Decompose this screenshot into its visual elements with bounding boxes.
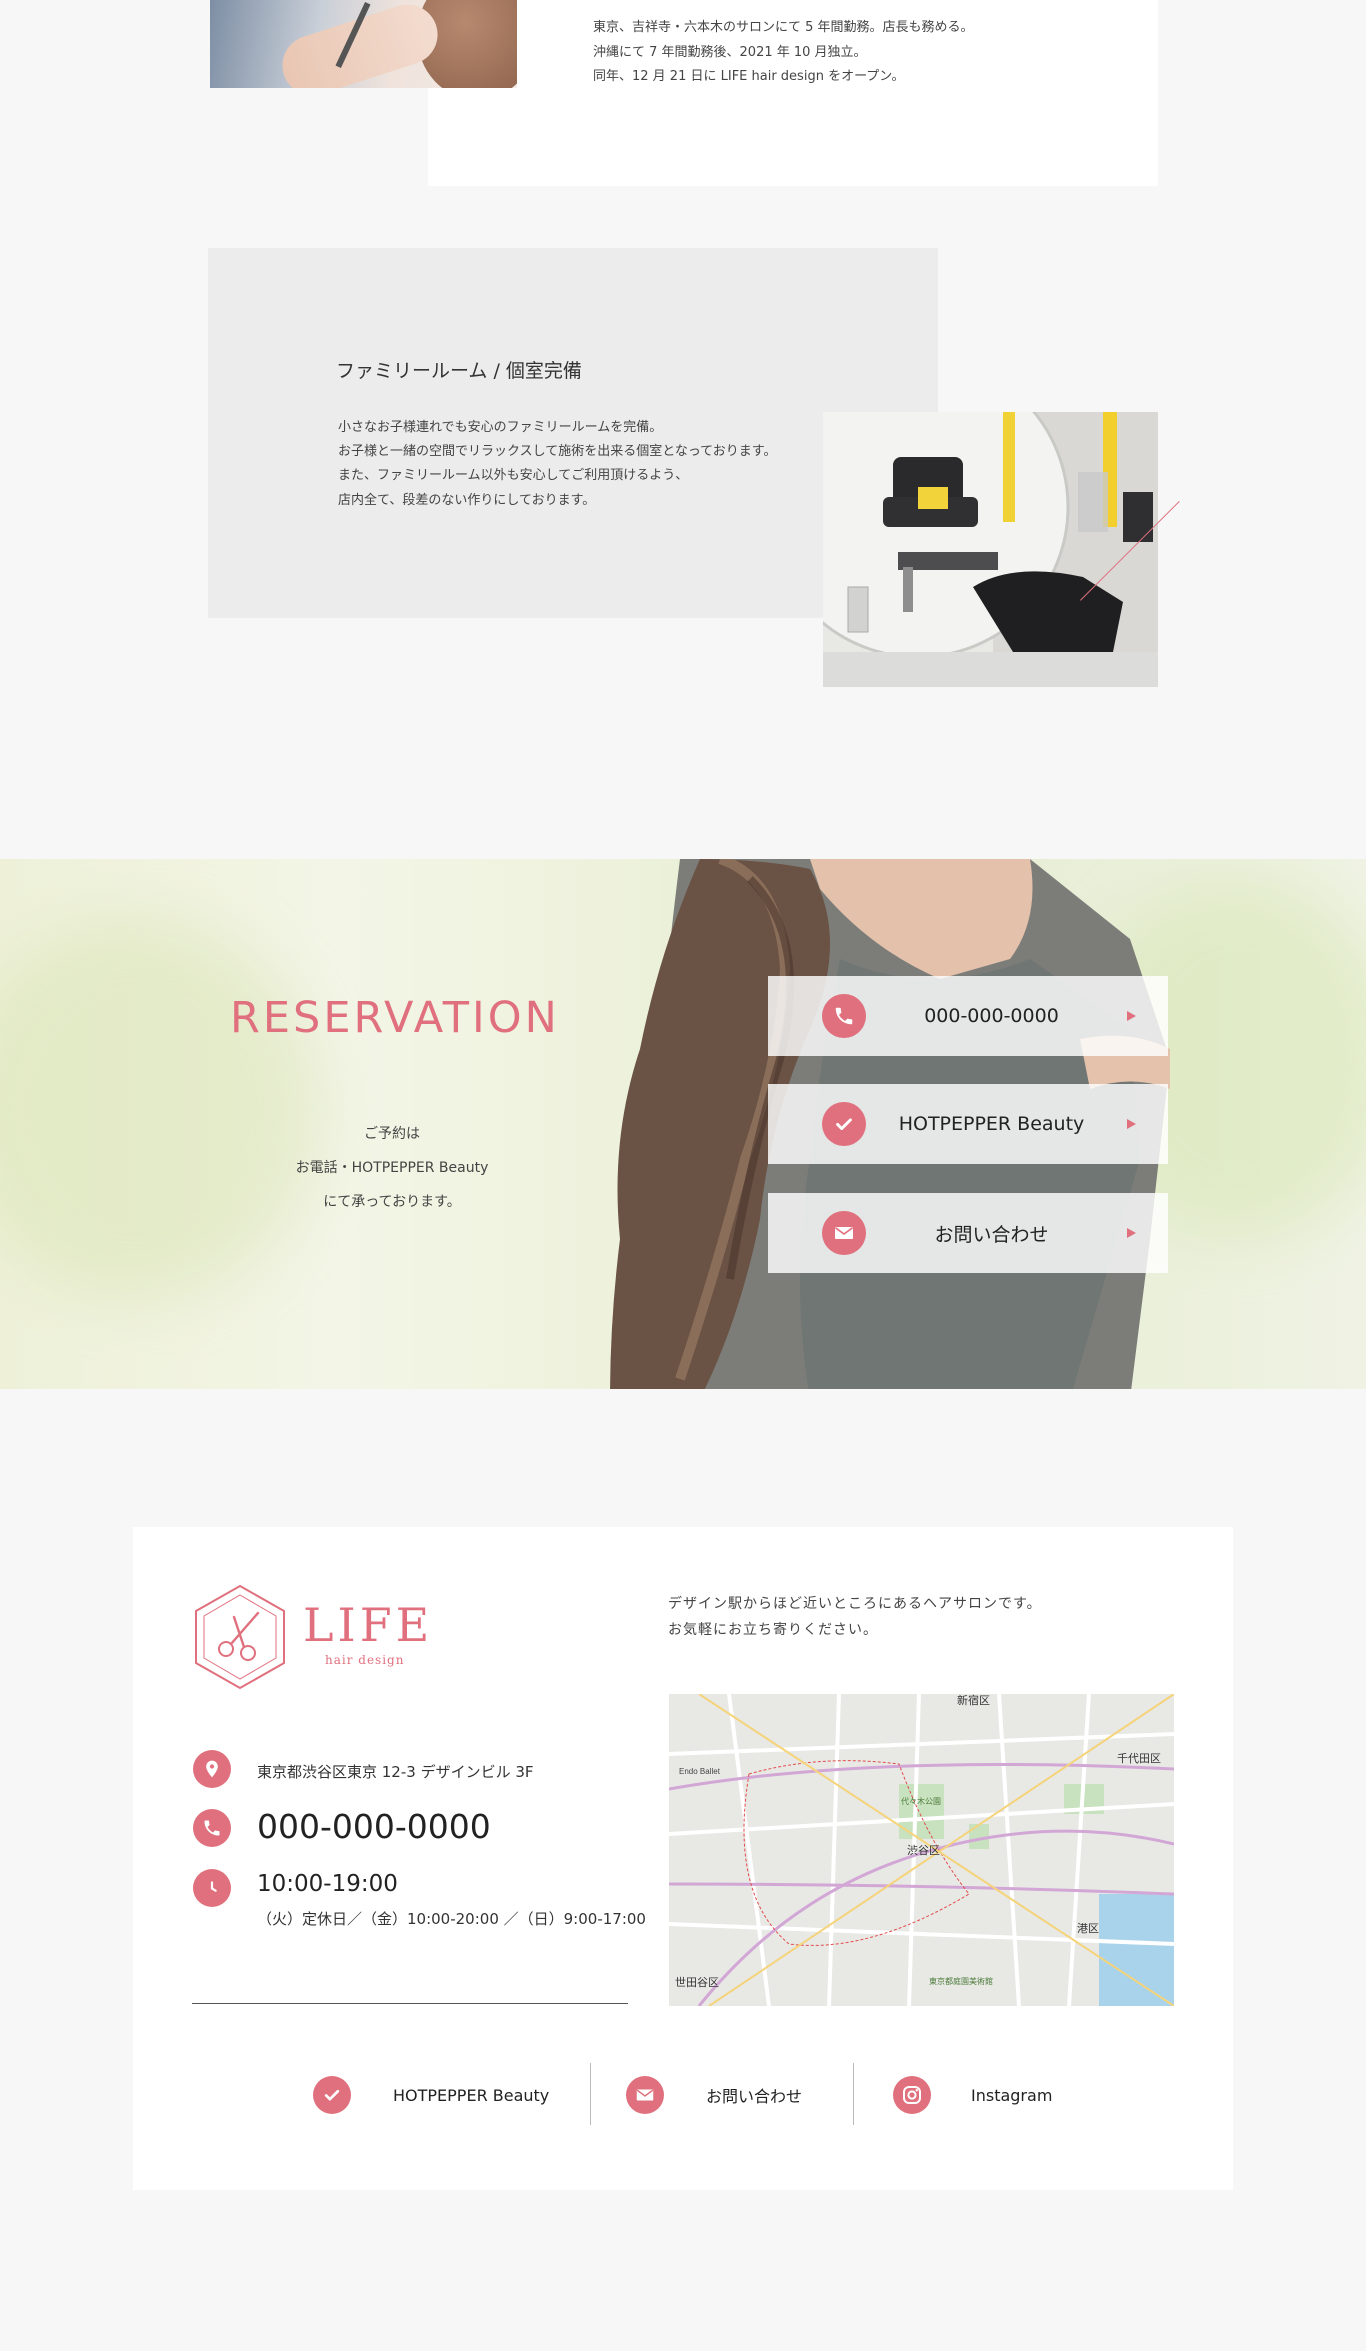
- phone-icon: [822, 994, 866, 1038]
- reservation-title: RESERVATION: [230, 993, 560, 1043]
- map-label: 港区: [1077, 1922, 1099, 1935]
- family-room-text-line-3: また、ファミリールーム以外も安心してご利用頂けるよう、: [338, 468, 689, 483]
- arrow-right-icon: [1127, 1011, 1136, 1021]
- reservation-phone-label: 000-000-0000: [924, 1005, 1059, 1027]
- check-icon: [313, 2076, 351, 2114]
- shop-phone-number[interactable]: 000-000-0000: [257, 1807, 491, 1846]
- location-pin-icon: [193, 1750, 231, 1788]
- footer-hotpepper-link[interactable]: HOTPEPPER Beauty: [313, 2063, 549, 2127]
- instagram-icon: [893, 2076, 931, 2114]
- footer-instagram-label: Instagram: [971, 2085, 1053, 2105]
- access-map[interactable]: 新宿区 千代田区 渋谷区 港区 世田谷区 代々木公園 東京都庭園美術館 Endo…: [669, 1694, 1174, 2006]
- mail-icon: [822, 1211, 866, 1255]
- map-label: Endo Ballet: [679, 1767, 721, 1776]
- reservation-contact-label: お問い合わせ: [934, 1223, 1049, 1246]
- reservation-text-line-2: お電話・HOTPEPPER Beauty: [295, 1160, 489, 1176]
- divider: [590, 2063, 591, 2125]
- reservation-text-line-3: にて承っております。: [323, 1194, 461, 1210]
- mail-icon: [626, 2076, 664, 2114]
- shop-address: 東京都渋谷区東京 12-3 デザインビル 3F: [257, 1763, 534, 1781]
- life-logo-emblem: [195, 1584, 285, 1690]
- arrow-right-icon: [1127, 1228, 1136, 1238]
- shop-description-line-1: デザイン駅からほど近いところにあるヘアサロンです。: [668, 1596, 1042, 1612]
- shop-description-line-2: お気軽にお立ち寄りください。: [668, 1622, 878, 1638]
- family-room-title: ファミリールーム / 個室完備: [336, 360, 582, 382]
- footer-contact-label: お問い合わせ: [706, 2087, 803, 2106]
- footer-contact-link[interactable]: お問い合わせ: [626, 2063, 802, 2127]
- map-label: 渋谷区: [907, 1844, 940, 1857]
- arrow-right-icon: [1127, 1119, 1136, 1129]
- divider: [853, 2063, 854, 2125]
- reservation-hotpepper-button[interactable]: HOTPEPPER Beauty: [768, 1084, 1168, 1164]
- check-icon: [822, 1102, 866, 1146]
- logo-subtitle: hair design: [325, 1653, 405, 1667]
- clock-icon: [193, 1869, 231, 1907]
- reservation-contact-button[interactable]: お問い合わせ: [768, 1193, 1168, 1273]
- reservation-phone-button[interactable]: 000-000-0000: [768, 976, 1168, 1056]
- map-label: 世田谷区: [675, 1976, 719, 1989]
- profile-text-line-1: 東京、吉祥寺・六本木のサロンにて 5 年間勤務。店長も務める。: [593, 20, 974, 35]
- map-label: 代々木公園: [901, 1796, 941, 1806]
- footer-hotpepper-label: HOTPEPPER Beauty: [393, 2085, 550, 2105]
- business-hours: 10:00-19:00: [257, 1871, 398, 1897]
- footer-instagram-link[interactable]: Instagram: [893, 2063, 1052, 2127]
- divider: [192, 2003, 628, 2004]
- profile-text-line-3: 同年、12 月 21 日に LIFE hair design をオープン。: [593, 69, 905, 84]
- stylist-photo: [210, 0, 517, 88]
- logo-wordmark: LIFE: [303, 1598, 434, 1652]
- business-hours-note: （火）定休日／（金）10:00-20:00 ／（日）9:00-17:00: [257, 1910, 646, 1928]
- salon-interior-photo: [823, 412, 1158, 687]
- profile-text-line-2: 沖縄にて 7 年間勤務後、2021 年 10 月独立。: [593, 45, 867, 60]
- family-room-text-line-4: 店内全て、段差のない作りにしております。: [338, 493, 596, 508]
- reservation-hotpepper-label: HOTPEPPER Beauty: [898, 1113, 1085, 1135]
- map-label: 新宿区: [957, 1694, 990, 1707]
- map-label: 千代田区: [1117, 1752, 1161, 1765]
- reservation-text-line-1: ご予約は: [364, 1126, 420, 1142]
- map-label: 東京都庭園美術館: [929, 1976, 993, 1986]
- phone-icon: [193, 1809, 231, 1847]
- family-room-text-line-1: 小さなお子様連れでも安心のファミリールームを完備。: [338, 420, 663, 435]
- family-room-text-line-2: お子様と一緒の空間でリラックスして施術を出来る個室となっております。: [338, 444, 777, 459]
